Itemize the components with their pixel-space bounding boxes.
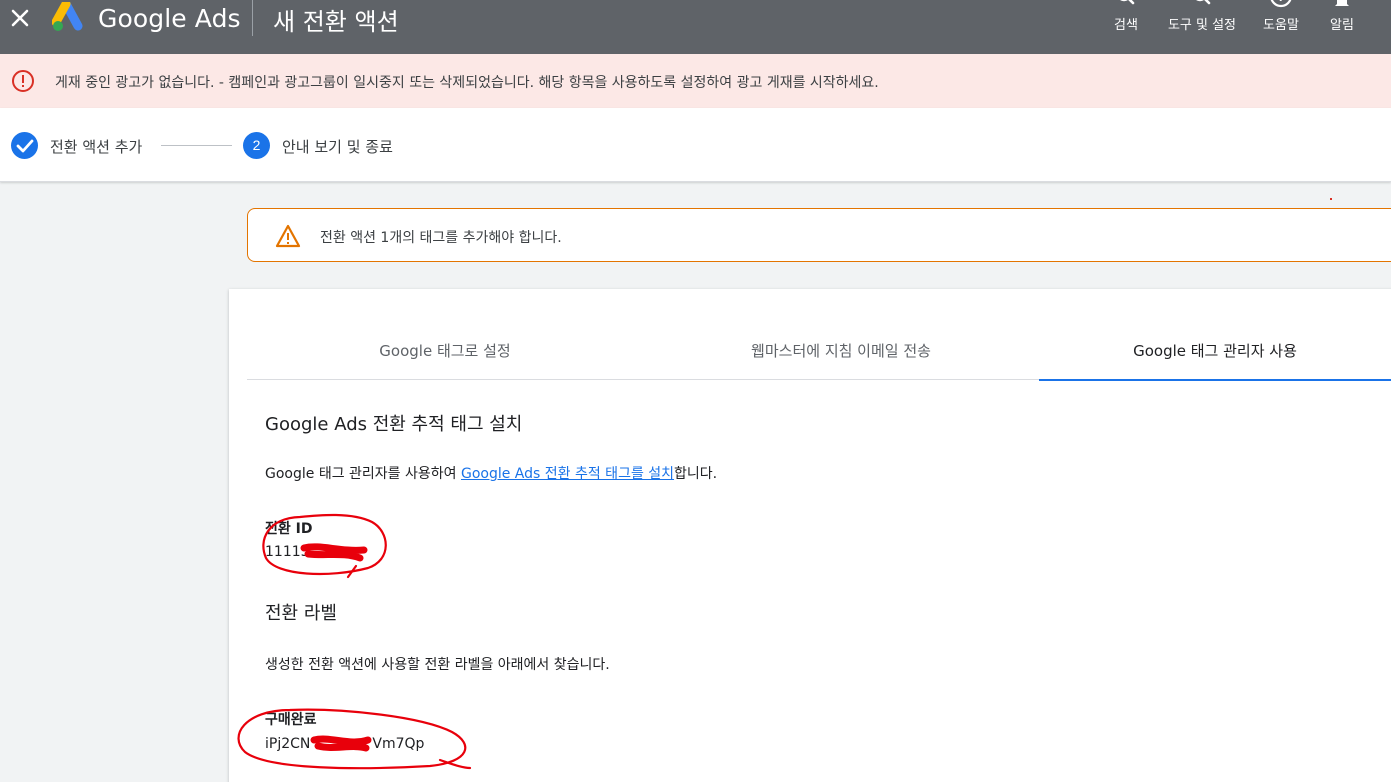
progress-stepper: 전환 액션 추가 2 안내 보기 및 종료 (0, 108, 1391, 182)
svg-text:?: ? (1277, 0, 1285, 4)
bell-icon (1332, 0, 1352, 16)
setup-card: Google 태그로 설정 웹마스터에 지침 이메일 전송 Google 태그 … (229, 289, 1391, 782)
step-1-label[interactable]: 전환 액션 추가 (50, 136, 142, 157)
tools-settings-button[interactable]: 도구 및 설정 (1166, 0, 1238, 33)
warning-message: 전환 액션 1개의 태그를 추가해야 합니다. (320, 230, 562, 246)
error-icon (11, 69, 35, 93)
brand-name: Google Ads (98, 4, 241, 33)
wrench-icon (1190, 0, 1214, 16)
stray-mark (1330, 198, 1332, 200)
step-connector (161, 145, 232, 146)
help-icon: ? (1268, 0, 1294, 16)
no-ads-alert: 게재 중인 광고가 없습니다. - 캠페인과 광고그룹이 일시중지 또는 삭제되… (0, 54, 1391, 108)
page-title: 새 전환 액션 (273, 8, 399, 36)
google-ads-logo (51, 0, 86, 32)
search-button[interactable]: 검색 (1104, 0, 1148, 33)
step-completed-check-icon (11, 132, 38, 159)
help-button[interactable]: ? 도움말 (1254, 0, 1308, 33)
close-icon[interactable] (8, 6, 32, 30)
tab-google-tag[interactable]: Google 태그로 설정 (247, 329, 643, 380)
step-2-number: 2 (243, 132, 270, 159)
conversion-label-description: 생성한 전환 액션에 사용할 전환 라벨을 아래에서 찾습니다. (265, 657, 610, 673)
tag-warning-box: 전환 액션 1개의 태그를 추가해야 합니다. (247, 208, 1391, 262)
conversion-label-value: iPj2CN Vm7Qp (265, 736, 425, 752)
header-divider (252, 0, 253, 36)
step-2-label: 안내 보기 및 종료 (282, 138, 393, 156)
section-title: Google Ads 전환 추적 태그 설치 (265, 414, 523, 435)
notifications-button[interactable]: 알림 (1322, 0, 1362, 33)
conversion-id-label: 전환 ID (265, 521, 313, 537)
setup-method-tabs: Google 태그로 설정 웹마스터에 지침 이메일 전송 Google 태그 … (247, 329, 1391, 381)
search-icon (1114, 0, 1138, 16)
alert-message: 게재 중인 광고가 없습니다. - 캠페인과 광고그룹이 일시중지 또는 삭제되… (55, 75, 879, 91)
tab-tag-manager[interactable]: Google 태그 관리자 사용 (1039, 329, 1391, 381)
install-tag-link[interactable]: Google Ads 전환 추적 태그를 설치 (461, 466, 674, 482)
conversion-id-value: 11115 (265, 544, 310, 560)
conversion-action-name: 구매완료 (265, 712, 317, 728)
warning-icon (275, 224, 301, 248)
conversion-label-title: 전환 라벨 (265, 603, 337, 624)
top-app-bar: Google Ads 새 전환 액션 검색 도구 및 설정 ? 도움말 알림 (0, 0, 1391, 54)
intro-paragraph: Google 태그 관리자를 사용하여 Google Ads 전환 추적 태그를… (265, 466, 718, 482)
tab-email-webmaster[interactable]: 웹마스터에 지침 이메일 전송 (643, 329, 1039, 380)
